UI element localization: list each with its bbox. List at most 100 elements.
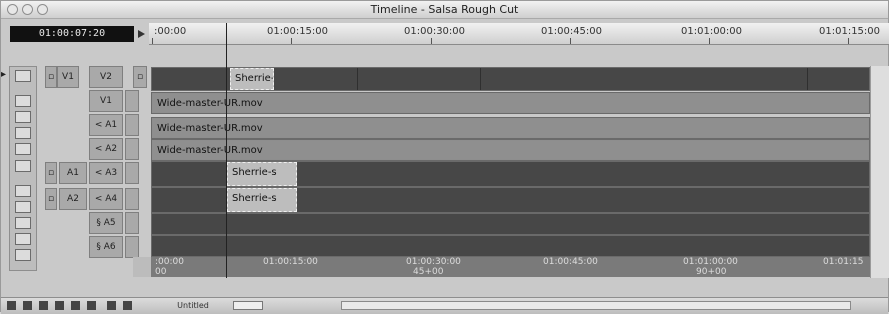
dest-v1[interactable]: V1 [89,90,123,112]
playhead[interactable] [226,23,227,278]
monitor-icon[interactable] [71,301,80,310]
grid-icon[interactable] [15,233,31,245]
track-a6[interactable] [151,235,870,257]
patch-row-a3: ▫ A1 < A3 [45,162,149,184]
bottom-toolbar: Untitled [1,297,888,314]
ruler-mark [152,38,153,44]
title-bar: Timeline - Salsa Rough Cut [1,1,888,19]
auto-select-toggle[interactable] [125,188,139,210]
vertical-scrollbar[interactable] [870,66,889,278]
clip-icon[interactable] [55,301,64,310]
ruler-tick: :00:00 [154,26,187,37]
track-a5[interactable] [151,213,870,235]
patch-row-v2: ▫ V1 V2 ▫ [45,66,149,88]
play-triangle-icon [138,30,145,38]
track-divider [357,68,358,90]
project-label: Untitled [177,301,209,310]
tc-tick: 01:01:15 [823,257,864,267]
ruler-mark [709,38,710,44]
ruler-mark [570,38,571,44]
timeline-ruler[interactable]: :00:00 01:00:15:00 01:00:30:00 01:00:45:… [149,23,889,45]
track-layout-icon[interactable] [15,70,31,82]
audio-view-icon[interactable] [15,111,31,123]
clip-sherrie-a4[interactable]: Sherrie-s [227,188,297,212]
current-timecode[interactable]: 01:00:07:20 [10,26,134,42]
tc-tick: 01:00:45:00 [543,257,598,267]
track-divider [480,68,481,90]
clip-icon[interactable] [15,143,31,155]
tc-tick: 01:01:00:00 [683,257,738,267]
ec-tick: 45+00 [413,267,444,277]
view-menu-icon[interactable] [87,301,96,310]
ec-tick: 90+00 [696,267,727,277]
auto-select-toggle[interactable] [125,114,139,136]
save-icon[interactable] [7,301,16,310]
pen-icon[interactable] [15,249,31,261]
tc-tick: 01:00:15:00 [263,257,318,267]
track-a1[interactable]: Wide-master-UR.mov [151,117,870,139]
zoom-slider[interactable] [233,301,263,310]
track-down-icon[interactable] [123,301,132,310]
timeline-window: Timeline - Salsa Rough Cut 01:00:07:20 :… [0,0,889,314]
ruler-tick: 01:01:15:00 [819,26,881,37]
ruler-tick: 01:00:15:00 [267,26,329,37]
speaker-icon[interactable] [23,301,32,310]
patch-panel: ▫ V1 V2 ▫ V1 < A1 < A2 ▫ A1 < A3 ▫ A2 < … [45,66,149,278]
tc-tick: :00:00 [155,257,184,267]
speaker-icon[interactable] [15,95,31,107]
track-v2[interactable]: Sherrie-s [151,67,870,91]
patch-row-a6: § A6 [45,236,149,258]
lock-toggle[interactable]: ▫ [45,66,57,88]
ruler-mark [431,38,432,44]
source-a1[interactable]: A1 [59,162,87,184]
dest-a1[interactable]: < A1 [89,114,123,136]
track-up-icon[interactable] [107,301,116,310]
track-v1[interactable]: Wide-master-UR.mov [151,92,870,114]
ruler-mark [291,38,292,44]
auto-select-toggle[interactable] [125,162,139,184]
lines-icon[interactable] [15,217,31,229]
film-icon[interactable] [15,127,31,139]
dest-a4[interactable]: < A4 [89,188,123,210]
timecode-track: :00:00 01:00:15:00 01:00:30:00 01:00:45:… [151,257,870,267]
auto-select-toggle[interactable] [125,90,139,112]
patch-row-a4: ▫ A2 < A4 [45,188,149,210]
dest-v2[interactable]: V2 [89,66,123,88]
film-icon[interactable] [39,301,48,310]
dest-a2[interactable]: < A2 [89,138,123,160]
auto-select-toggle[interactable] [125,236,139,258]
ruler-mark [848,38,849,44]
lock-icon[interactable]: ▫ [133,66,147,88]
clip-sherrie-v2[interactable]: Sherrie-s [230,68,274,90]
dest-a3[interactable]: < A3 [89,162,123,184]
horizontal-scrollbar[interactable] [341,301,851,310]
clip-sherrie-a3[interactable]: Sherrie-s [227,162,297,186]
patch-row-a1: < A1 [45,114,149,136]
link-icon[interactable] [15,185,31,197]
patch-row-a5: § A5 [45,212,149,234]
lock-toggle[interactable]: ▫ [45,188,57,210]
track-pointer-icon: ▸ [1,69,7,80]
dest-a5[interactable]: § A5 [89,212,123,234]
track-divider [807,68,808,90]
patch-row-v1: V1 [45,90,149,112]
clip-wide-master-v1[interactable]: Wide-master-UR.mov [152,93,869,113]
clip-wide-master-a2[interactable]: Wide-master-UR.mov [152,140,869,160]
lock-toggle[interactable]: ▫ [45,162,57,184]
track-a3[interactable]: Sherrie-s [151,161,870,187]
monitor-icon[interactable] [15,160,31,172]
auto-select-toggle[interactable] [125,212,139,234]
track-a2[interactable]: Wide-master-UR.mov [151,139,870,161]
clip-wide-master-a1[interactable]: Wide-master-UR.mov [152,118,869,138]
track-a4[interactable]: Sherrie-s [151,187,870,213]
window-title: Timeline - Salsa Rough Cut [370,3,519,16]
edgecode-track: 00 45+00 90+00 [151,267,870,277]
dest-a6[interactable]: § A6 [89,236,123,258]
source-v1[interactable]: V1 [57,66,79,88]
ec-tick: 00 [155,267,167,277]
tc-tick: 01:00:30:00 [406,257,461,267]
tool-palette [9,66,37,271]
snap-icon[interactable] [15,201,31,213]
auto-select-toggle[interactable] [125,138,139,160]
source-a2[interactable]: A2 [59,188,87,210]
